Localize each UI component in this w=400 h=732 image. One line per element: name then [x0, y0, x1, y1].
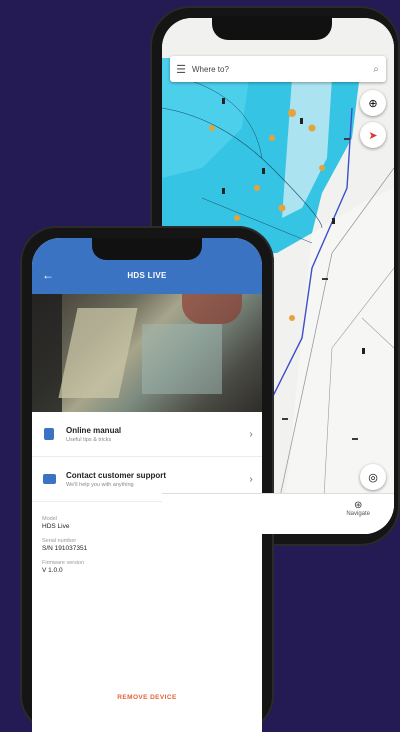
model-value: HDS Live [42, 523, 70, 530]
chevron-right-icon: › [249, 428, 253, 440]
settings-screen: ← HDS LIVE Online manual Useful tips & t… [32, 238, 262, 732]
item-title: Online manual [66, 425, 122, 435]
book-icon [44, 428, 54, 440]
page-title: HDS LIVE [127, 271, 167, 280]
item-subtitle: Useful tips & tricks [66, 436, 112, 443]
phone-notch [212, 16, 332, 40]
navigate-icon: ⊛ [353, 500, 363, 511]
serial-label: Serial number [42, 538, 77, 544]
model-label: Model [42, 516, 57, 522]
layers-icon[interactable]: ⊕ [360, 90, 386, 116]
firmware-label: Firmware version [42, 560, 85, 566]
firmware-value: V 1.0.0 [42, 567, 63, 574]
chevron-right-icon: › [249, 473, 253, 485]
online-manual-item[interactable]: Online manual Useful tips & tricks › [32, 412, 262, 457]
search-placeholder: Where to? [192, 64, 229, 74]
map-bottom-bar: ⊛ Navigate [162, 493, 394, 534]
actions-list: Online manual Useful tips & tricks › Con… [32, 412, 262, 502]
device-info: Model HDS Live Serial number S/N 1910373… [42, 508, 87, 574]
message-icon [42, 474, 56, 484]
compass-icon[interactable]: ➤ [360, 122, 386, 148]
navigate-tab[interactable]: ⊛ Navigate [346, 500, 370, 517]
remove-device-button[interactable]: REMOVE DEVICE [32, 694, 262, 701]
locate-icon[interactable]: ◎ [360, 464, 386, 490]
map-search-bar[interactable]: ☰ Where to? ⌕ [170, 56, 386, 82]
item-subtitle: We'll help you with anything [66, 481, 134, 488]
menu-icon[interactable]: ☰ [170, 63, 192, 76]
search-icon[interactable]: ⌕ [366, 64, 386, 75]
live-sonar-image [32, 294, 262, 412]
phone-notch [92, 238, 202, 260]
item-title: Contact customer support [66, 470, 167, 480]
phone-device-settings: ← HDS LIVE Online manual Useful tips & t… [20, 226, 274, 732]
serial-value: S/N 191037351 [42, 545, 88, 552]
navigate-label: Navigate [346, 511, 370, 517]
